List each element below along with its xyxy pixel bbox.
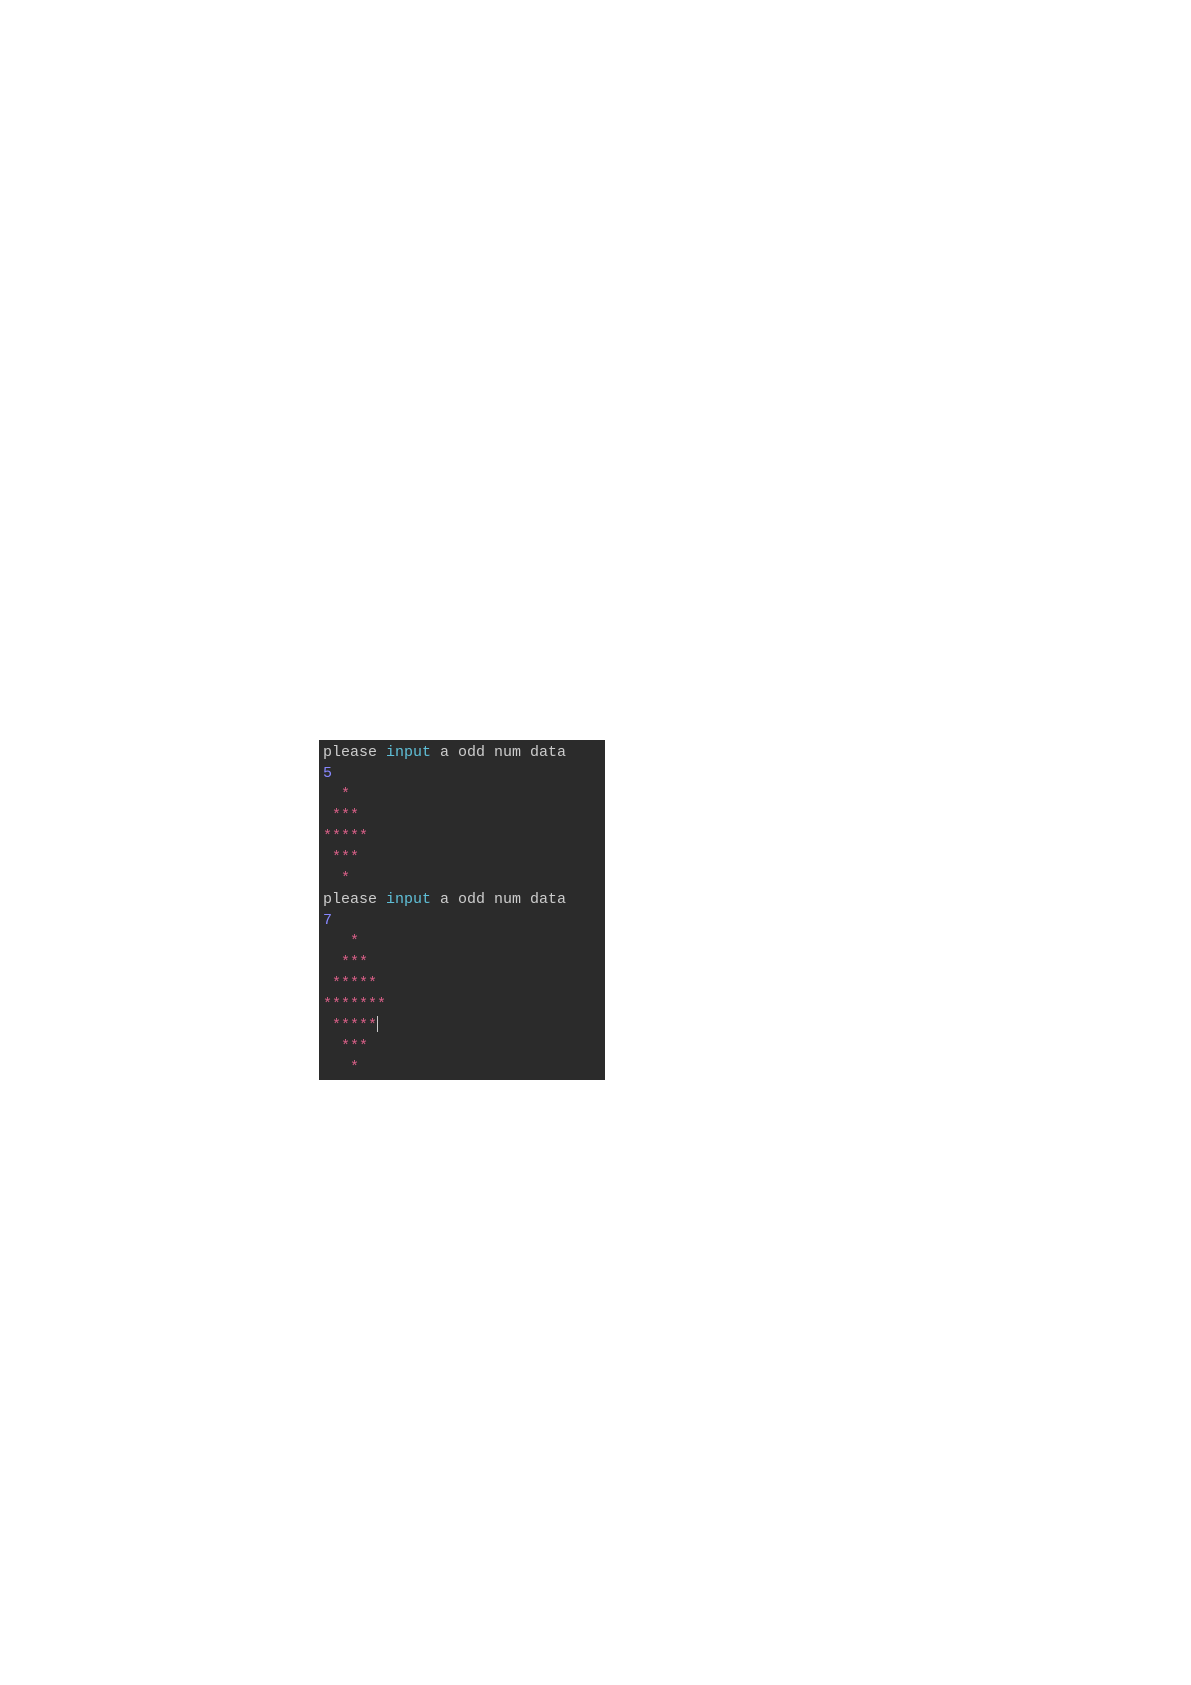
terminal-line: 7	[323, 910, 601, 931]
terminal-line: *	[323, 868, 601, 889]
terminal-line: *	[323, 784, 601, 805]
terminal-text-segment: a odd num data	[431, 744, 566, 761]
terminal-line: ***	[323, 1036, 601, 1057]
terminal-text-segment: *	[323, 870, 350, 887]
terminal-line: please input a odd num data	[323, 889, 601, 910]
terminal-line: ***	[323, 805, 601, 826]
terminal-text-segment: ***	[323, 807, 359, 824]
terminal-text-segment: *	[323, 933, 359, 950]
terminal-text-segment: *****	[323, 828, 368, 845]
terminal-text-segment: 7	[323, 912, 332, 929]
terminal-line: *	[323, 1057, 601, 1078]
terminal-line: *******	[323, 994, 601, 1015]
terminal-line: 5	[323, 763, 601, 784]
terminal-text-segment: input	[386, 744, 431, 761]
terminal-line: *****	[323, 973, 601, 994]
terminal-text-segment: please	[323, 744, 386, 761]
terminal-line: *	[323, 931, 601, 952]
terminal-text-segment: ***	[323, 954, 368, 971]
terminal-text-segment: *****	[323, 1017, 377, 1034]
terminal-text-segment: *****	[323, 975, 377, 992]
terminal-text-segment: ***	[323, 849, 359, 866]
terminal-line: ***	[323, 952, 601, 973]
terminal-line: ***	[323, 847, 601, 868]
terminal-output[interactable]: please input a odd num data5 * ******** …	[319, 740, 605, 1080]
terminal-text-segment: 5	[323, 765, 332, 782]
terminal-text-segment: please	[323, 891, 386, 908]
terminal-text-segment: *******	[323, 996, 386, 1013]
text-cursor	[377, 1016, 378, 1032]
terminal-line: *****	[323, 1015, 601, 1036]
terminal-text-segment: input	[386, 891, 431, 908]
terminal-text-segment: a odd num data	[431, 891, 566, 908]
terminal-text-segment: ***	[323, 1038, 368, 1055]
terminal-line: please input a odd num data	[323, 742, 601, 763]
terminal-line: *****	[323, 826, 601, 847]
terminal-text-segment: *	[323, 786, 350, 803]
terminal-text-segment: *	[323, 1059, 359, 1076]
